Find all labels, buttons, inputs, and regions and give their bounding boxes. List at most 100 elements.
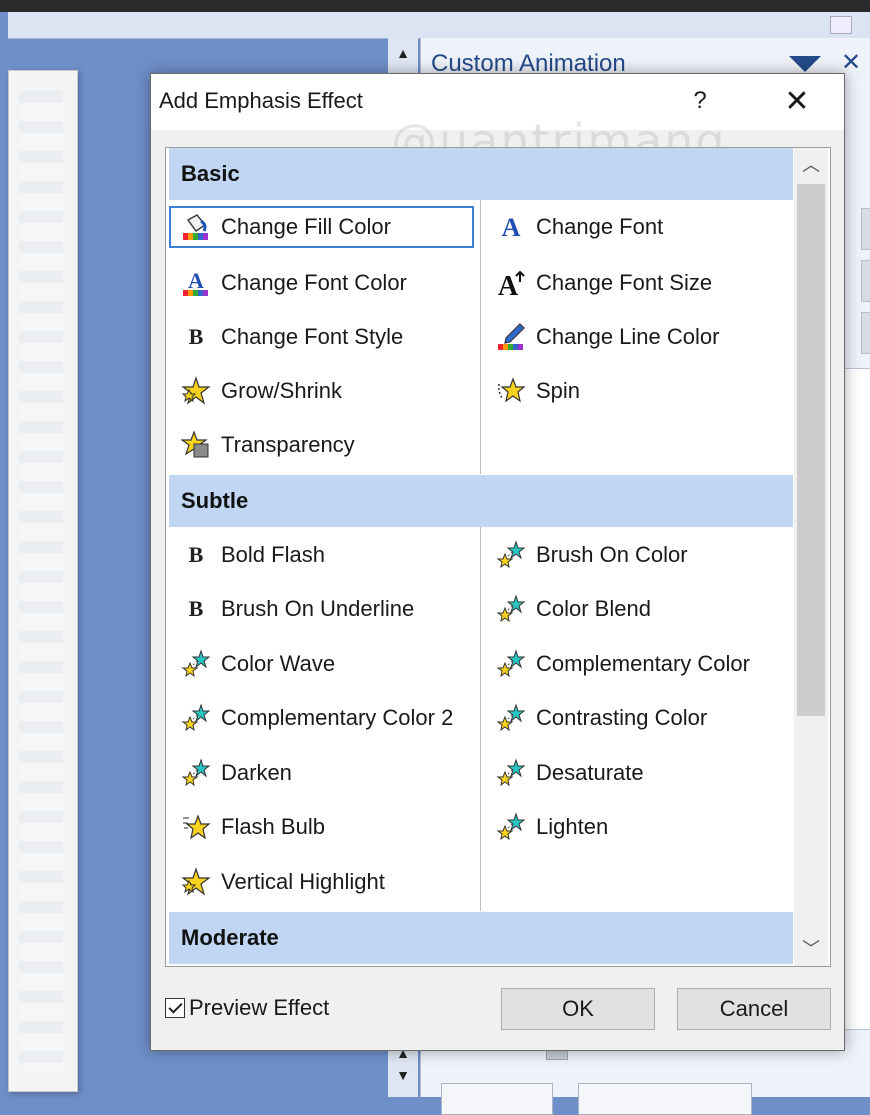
list-scrollbar[interactable]: ︿ ﹀ [794,148,828,966]
move-down-icon[interactable]: ▼ [396,1068,410,1082]
window-top-edge [0,0,870,12]
effect-label: Complementary Color 2 [221,705,454,730]
teal-star-icon [496,703,526,733]
column-divider [480,527,481,911]
star-burst-icon [181,376,211,406]
effect-label: Grow/Shrink [221,378,343,403]
effect-change-line-color[interactable]: Change Line Color [484,316,789,358]
effect-flash-bulb[interactable]: Flash Bulb [169,806,474,848]
bold-b-icon: B [188,596,204,621]
chevron-down-icon[interactable]: ﹀ [794,932,828,966]
effect-label: Brush On Underline [221,596,415,621]
effect-label: Darken [221,760,292,785]
effect-brush-on-underline[interactable]: B Brush On Underline [169,588,474,630]
effect-label: Flash Bulb [221,814,325,839]
effect-label: Color Wave [221,651,336,676]
effect-bold-flash[interactable]: B Bold Flash [169,534,474,576]
effect-change-font-color[interactable]: A Change Font Color [169,262,474,304]
effect-label: Brush On Color [536,542,688,567]
effect-label: Change Font Size [536,270,713,295]
star-burst-icon [181,867,211,897]
help-button[interactable]: ? [687,84,713,118]
teal-star-icon [496,649,526,679]
effects-list-content: Basic Change Fill Color A Change Font Co… [166,148,793,966]
effect-complementary-color[interactable]: Complementary Color [484,643,789,685]
effect-label: Change Font Style [221,324,404,349]
effect-change-font[interactable]: A Change Font [484,206,789,248]
toolbar-control[interactable] [830,16,852,34]
effect-transparency[interactable]: Transparency [169,424,474,466]
play-button[interactable] [441,1083,553,1115]
effect-vertical-highlight[interactable]: Vertical Highlight [169,861,474,903]
bold-b-icon: B [188,542,204,567]
paint-bucket-icon [181,212,211,242]
pane-side-button[interactable] [861,208,870,250]
teal-star-icon [496,812,526,842]
effect-label: Change Font Color [221,270,407,295]
effect-label: Bold Flash [221,542,325,567]
chevron-up-icon[interactable]: ︿ [794,148,828,182]
dialog-title: Add Emphasis Effect [159,88,363,113]
teal-star-icon [181,703,211,733]
spin-star-icon [496,376,526,406]
close-button[interactable]: ✕ [777,82,817,122]
app-toolbar-strip [8,12,870,39]
font-size-icon: A [496,268,526,298]
effect-label: Lighten [536,814,609,839]
category-header-moderate: Moderate [169,912,793,964]
teal-star-icon [496,758,526,788]
column-divider [480,200,481,474]
preview-effect-checkbox[interactable] [165,998,185,1018]
transparency-star-icon [181,430,211,460]
effect-label: Spin [536,378,581,403]
effect-color-wave[interactable]: Color Wave [169,643,474,685]
effect-label: Change Font [536,214,664,239]
effect-darken[interactable]: Darken [169,752,474,794]
effect-color-blend[interactable]: Color Blend [484,588,789,630]
effect-grow-shrink[interactable]: Grow/Shrink [169,370,474,412]
preview-effect-option[interactable]: Preview Effect [165,992,329,1024]
effect-label: Transparency [221,432,355,457]
slide-show-button[interactable] [578,1083,752,1115]
add-emphasis-effect-dialog: Add Emphasis Effect ? ✕ @uantrimang Basi… [150,73,845,1051]
slide-thumbnail[interactable] [8,70,78,1092]
teal-star-icon [181,649,211,679]
effect-change-font-style[interactable]: B Change Font Style [169,316,474,358]
effect-desaturate[interactable]: Desaturate [484,752,789,794]
svg-text:A: A [188,268,204,293]
effect-label: Complementary Color [536,651,750,676]
effect-lighten[interactable]: Lighten [484,806,789,848]
cancel-button[interactable]: Cancel [677,988,831,1030]
pane-side-button[interactable] [861,260,870,302]
effect-spin[interactable]: Spin [484,370,789,412]
ok-button[interactable]: OK [501,988,655,1030]
effect-label: Vertical Highlight [221,869,385,894]
effects-list[interactable]: Basic Change Fill Color A Change Font Co… [165,147,831,967]
effect-change-font-size[interactable]: A Change Font Size [484,262,789,304]
font-a-icon: A [496,212,526,242]
scroll-up-icon[interactable]: ▲ [396,46,410,60]
teal-star-icon [181,758,211,788]
effect-label: Contrasting Color [536,705,708,730]
bold-b-icon: B [188,324,204,349]
effect-label: Desaturate [536,760,644,785]
pane-dropdown-icon[interactable] [789,56,821,72]
scrollbar-thumb[interactable] [797,184,825,716]
dialog-titlebar[interactable]: Add Emphasis Effect ? ✕ [151,74,844,130]
font-color-icon: A [181,268,211,298]
pane-side-button[interactable] [861,312,870,354]
flash-star-icon [181,812,211,842]
effect-brush-on-color[interactable]: Brush On Color [484,534,789,576]
effect-label: Color Blend [536,596,651,621]
effect-label: Change Line Color [536,324,720,349]
svg-text:A: A [502,213,521,242]
effect-change-fill-color[interactable]: Change Fill Color [169,206,474,248]
effect-complementary-color-2[interactable]: Complementary Color 2 [169,697,474,739]
category-header-subtle: Subtle [169,475,793,527]
preview-effect-label: Preview Effect [189,995,330,1020]
pen-color-icon [496,322,526,352]
teal-star-icon [496,540,526,570]
teal-star-icon [496,594,526,624]
effect-contrasting-color[interactable]: Contrasting Color [484,697,789,739]
category-header-basic: Basic [169,148,793,200]
